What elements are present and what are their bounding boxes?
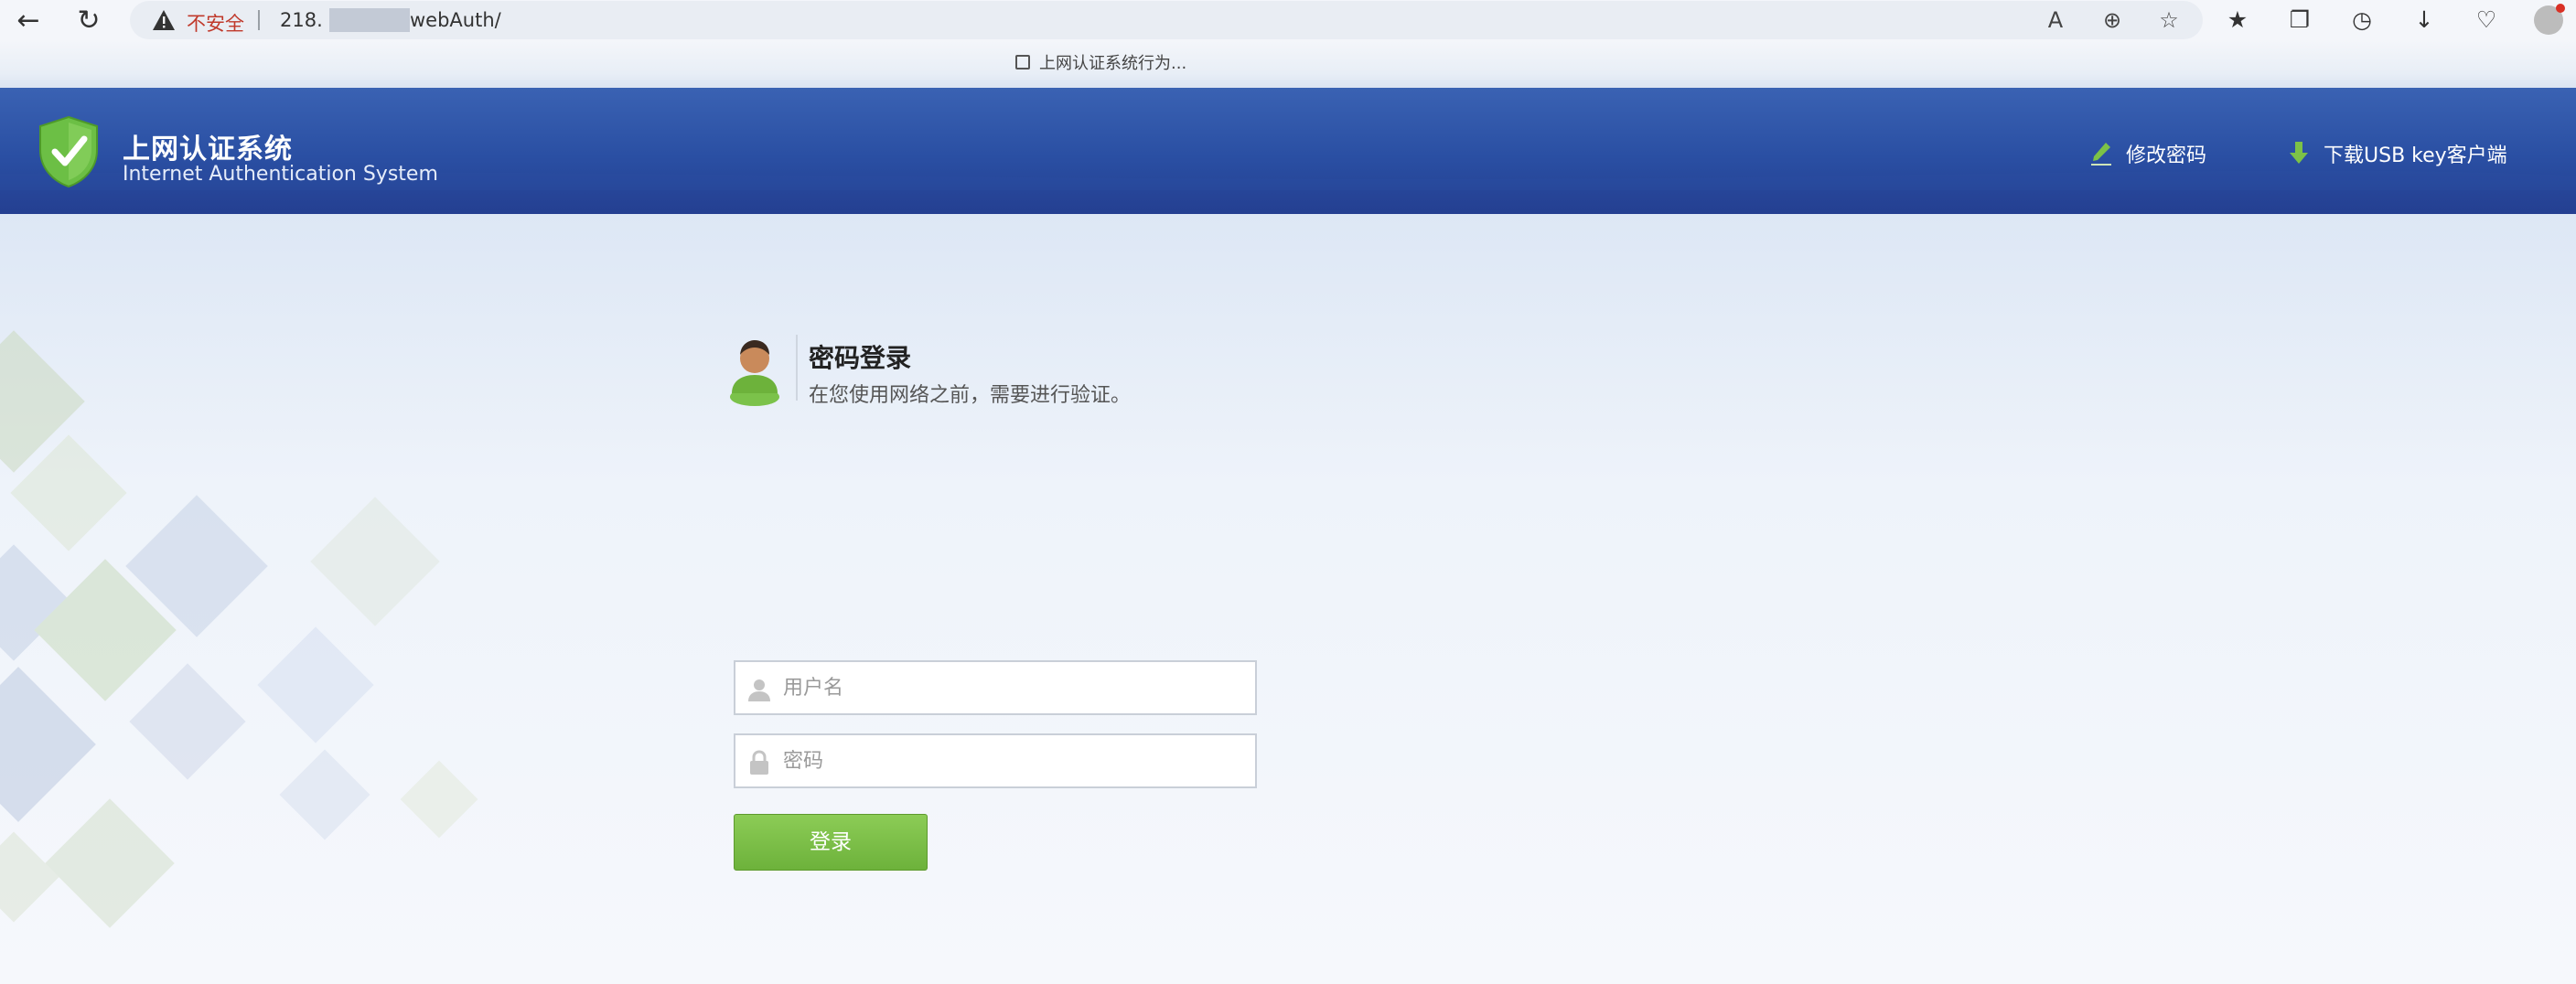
bookmark-item[interactable]: 上网认证系统行为... bbox=[1015, 51, 1186, 73]
insecure-label[interactable]: 不安全 bbox=[187, 9, 244, 37]
background-diamond-pattern bbox=[0, 330, 478, 928]
url-text-suffix[interactable]: webAuth/ bbox=[410, 9, 501, 31]
bookmark-label: 上网认证系统行为... bbox=[1039, 54, 1187, 73]
redacted-url-mask bbox=[329, 8, 410, 32]
read-aloud-icon[interactable]: A bbox=[2042, 6, 2069, 34]
url-text-prefix[interactable]: 218. bbox=[280, 9, 323, 31]
change-password-link[interactable]: 修改密码 bbox=[2089, 139, 2206, 168]
login-subtitle: 在您使用网络之前，需要进行验证。 bbox=[809, 384, 1132, 407]
login-title: 密码登录 bbox=[809, 343, 912, 373]
app-subtitle: Internet Authentication System bbox=[123, 163, 438, 186]
user-icon bbox=[748, 679, 770, 701]
download-icon[interactable]: ↓ bbox=[2410, 5, 2439, 35]
favorites-list-icon[interactable]: ★ bbox=[2223, 5, 2252, 35]
lock-icon bbox=[750, 750, 768, 775]
favorite-star-icon[interactable]: ☆ bbox=[2155, 6, 2183, 34]
history-icon[interactable]: ◷ bbox=[2347, 5, 2377, 35]
pencil-icon bbox=[2091, 143, 2111, 166]
browser-toolbar: ← ↻ 不安全 218. webAuth/ A ⊕ ☆ ★ ❐ ◷ ↓ ♡ bbox=[0, 0, 2576, 40]
collections-icon[interactable]: ❐ bbox=[2285, 5, 2314, 35]
browser-essentials-icon[interactable]: ♡ bbox=[2472, 5, 2501, 35]
download-usb-label: 下载USB key客户端 bbox=[2324, 144, 2507, 167]
password-input[interactable] bbox=[783, 735, 1240, 786]
user-avatar-icon bbox=[730, 340, 779, 406]
address-bar[interactable]: 不安全 218. webAuth/ A ⊕ ☆ bbox=[130, 1, 2203, 39]
app-header: 上网认证系统 Internet Authentication System 修改… bbox=[0, 88, 2576, 214]
zoom-icon[interactable]: ⊕ bbox=[2098, 6, 2126, 34]
password-field[interactable] bbox=[734, 733, 1257, 788]
bookmarks-bar: 上网认证系统行为... bbox=[0, 40, 2576, 95]
app-title: 上网认证系统 bbox=[123, 134, 293, 166]
download-arrow-icon bbox=[2290, 142, 2308, 164]
warning-icon[interactable] bbox=[152, 8, 176, 32]
back-arrow-icon[interactable]: ← bbox=[13, 5, 44, 37]
login-header-divider bbox=[796, 335, 798, 401]
shield-logo-icon bbox=[39, 115, 98, 188]
username-field[interactable] bbox=[734, 660, 1257, 715]
profile-avatar-icon[interactable] bbox=[2534, 4, 2565, 35]
login-button[interactable]: 登录 bbox=[734, 814, 928, 871]
username-input[interactable] bbox=[783, 662, 1240, 713]
reload-icon[interactable]: ↻ bbox=[73, 5, 104, 37]
change-password-label: 修改密码 bbox=[2126, 144, 2207, 167]
content-area bbox=[0, 214, 2576, 984]
bookmark-folder-icon bbox=[1015, 55, 1030, 70]
download-usb-client-link[interactable]: 下载USB key客户端 bbox=[2287, 139, 2507, 168]
address-separator bbox=[258, 10, 260, 30]
notification-dot bbox=[2556, 4, 2565, 13]
